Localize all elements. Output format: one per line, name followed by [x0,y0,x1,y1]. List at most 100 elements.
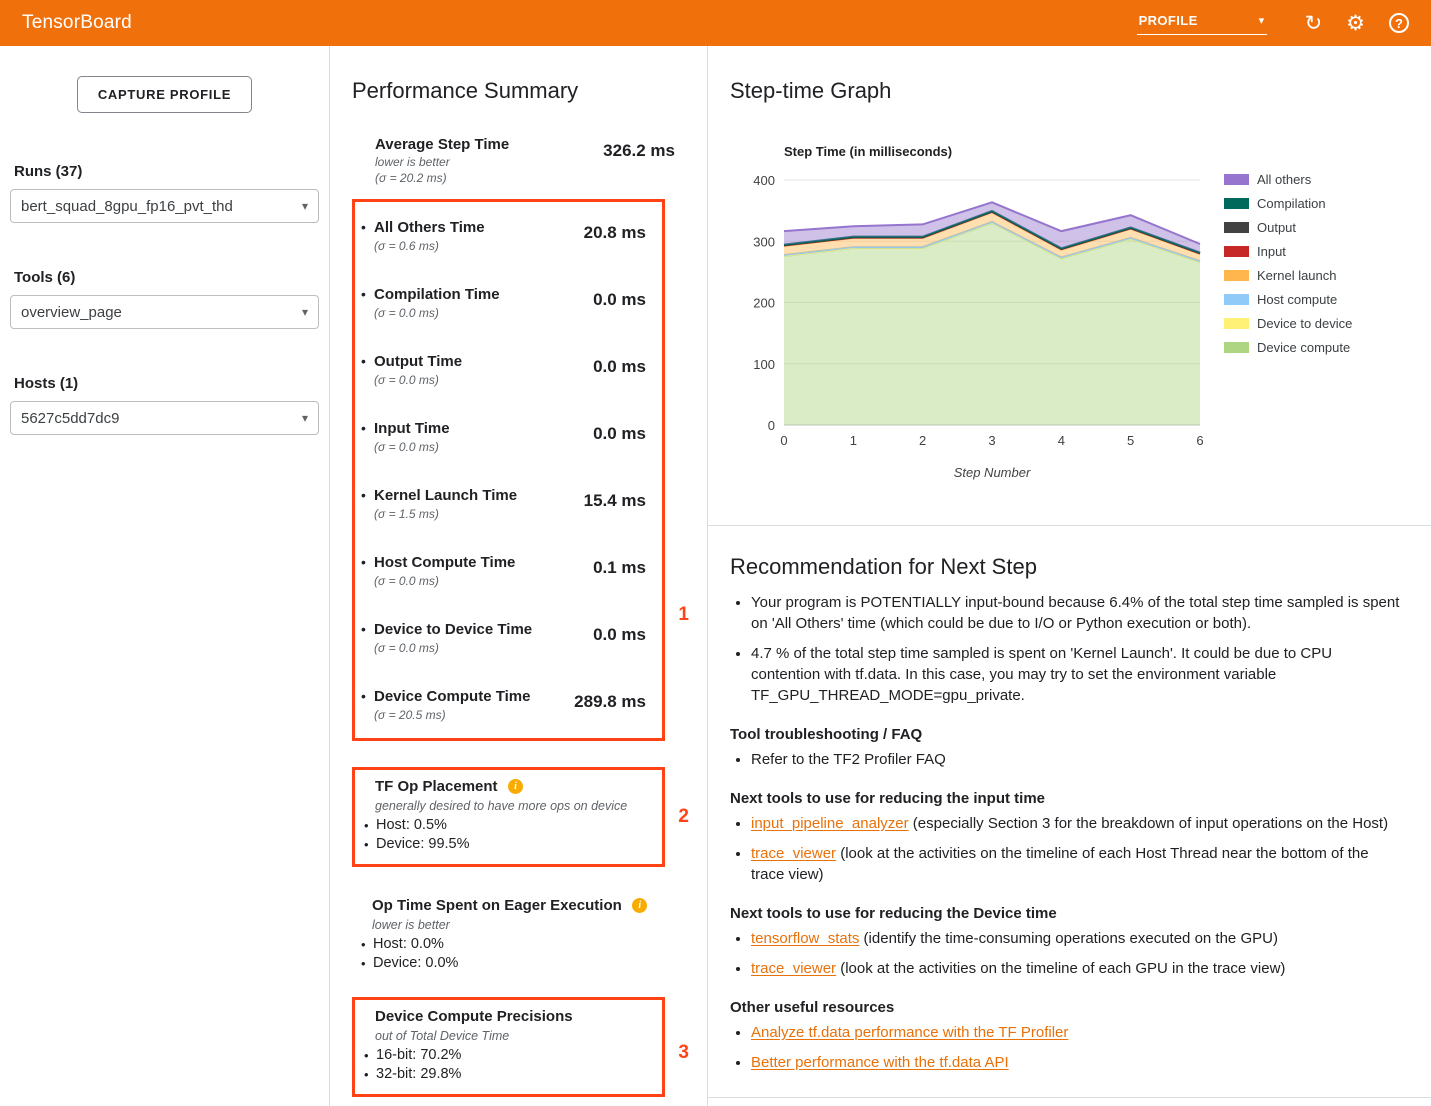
metric-row: •Kernel Launch Time(σ = 1.5 ms)15.4 ms [355,470,662,537]
recommendation-list: Refer to the TF2 Profiler FAQ [730,749,1405,770]
legend-swatch [1224,246,1249,257]
recommendation-item: input_pipeline_analyzer (especially Sect… [751,813,1405,834]
precisions-title-row: Device Compute Precisions [375,1008,650,1026]
recommendation-text: Refer to the TF2 Profiler FAQ [751,751,946,768]
link-trace-viewer[interactable]: trace_viewer [751,845,836,862]
svg-text:400: 400 [753,173,775,188]
hosts-select[interactable]: 5627c5dd7dc9 ▾ [10,401,319,435]
help-icon[interactable]: ? [1389,13,1409,33]
tools-label: Tools (6) [14,269,329,286]
legend-swatch [1224,174,1249,185]
svg-text:0: 0 [768,418,775,433]
metric-sigma: (σ = 0.0 ms) [374,641,532,655]
reload-icon[interactable]: ↻ [1305,13,1323,34]
legend-item: Kernel launch [1224,268,1352,283]
metric-label: Device to Device Time [374,620,532,639]
info-icon[interactable]: i [632,898,647,913]
legend-item: Host compute [1224,292,1352,307]
metric-row: •Compilation Time(σ = 0.0 ms)0.0 ms [355,269,662,336]
tools-select[interactable]: overview_page ▾ [10,295,319,329]
recommendation-list: Your program is POTENTIALLY input-bound … [730,592,1405,706]
metric-sigma: (σ = 0.6 ms) [374,239,485,253]
svg-text:6: 6 [1196,433,1203,448]
info-icon[interactable]: i [508,779,523,794]
stat-list-item: Device: 99.5% [363,835,650,854]
recommendation-list: Analyze tf.data performance with the TF … [730,1022,1405,1073]
metric-label: Average Step Time [375,136,509,153]
metric-text: Device to Device Time (σ = 0.0 ms) [374,620,532,655]
runs-select[interactable]: bert_squad_8gpu_fp16_pvt_thd ▾ [10,189,319,223]
link-input-pipeline-analyzer[interactable]: input_pipeline_analyzer [751,815,909,832]
recommendation-text: Your program is POTENTIALLY input-bound … [751,594,1399,632]
legend-swatch [1224,222,1249,233]
recommendation-item: trace_viewer (look at the activities on … [751,843,1405,885]
metric-sigma: (σ = 0.0 ms) [374,373,462,387]
recommendation-item: tensorflow_stats (identify the time-cons… [751,928,1405,949]
precisions-note: out of Total Device Time [375,1029,650,1043]
bullet: • [361,285,374,320]
metric-label: All Others Time [374,218,485,237]
annotation-number-2: 2 [678,806,689,828]
tf-op-placement-note: generally desired to have more ops on de… [375,799,650,813]
bullet: • [361,419,374,454]
chevron-down-icon: ▾ [302,199,308,213]
legend-swatch [1224,318,1249,329]
tf-op-placement-title: TF Op Placement [375,778,498,795]
capture-profile-button[interactable]: CAPTURE PROFILE [77,76,252,113]
annotation-box-3: Device Compute Precisions out of Total D… [352,997,665,1097]
metric-row: •Device Compute Time(σ = 20.5 ms)289.8 m… [355,671,662,738]
svg-text:1: 1 [850,433,857,448]
metric-label: Compilation Time [374,285,500,304]
legend-item: Device compute [1224,340,1352,355]
metric-sigma: (σ = 0.0 ms) [374,574,515,588]
metric-sigma: (σ = 20.2 ms) [375,171,509,185]
legend-label: Input [1257,244,1286,259]
metric-text: Output Time (σ = 0.0 ms) [374,352,462,387]
metric-value: 326.2 ms [603,136,675,185]
app-title: TensorBoard [22,12,132,34]
link-tensorflow-stats[interactable]: tensorflow_stats [751,930,859,947]
link-analyze-tf-data-performance-with-the-tf-[interactable]: Analyze tf.data performance with the TF … [751,1024,1068,1041]
panel-divider [708,525,1431,526]
recommendation-item: Analyze tf.data performance with the TF … [751,1022,1405,1043]
recommendation-body: Your program is POTENTIALLY input-bound … [730,592,1405,1073]
legend-label: Kernel launch [1257,268,1337,283]
legend-item: Input [1224,244,1352,259]
metric-list: •All Others Time(σ = 0.6 ms)20.8 ms•Comp… [355,202,662,738]
metric-label: Device Compute Time [374,687,530,706]
metric-value: 0.0 ms [593,285,646,320]
chevron-down-icon: ▾ [302,305,308,319]
tools-field: Tools (6) overview_page ▾ [0,269,329,329]
gear-icon[interactable]: ⚙ [1346,13,1365,34]
chevron-down-icon: ▾ [302,411,308,425]
svg-text:4: 4 [1058,433,1065,448]
metric-value: 0.0 ms [593,352,646,387]
stat-list-item: 16-bit: 70.2% [363,1046,650,1065]
bullet: • [361,553,374,588]
metric-label: Kernel Launch Time [374,486,517,505]
annotation-box-2: TF Op Placement i generally desired to h… [352,767,665,867]
metric-row: •Device to Device Time(σ = 0.0 ms)0.0 ms [355,604,662,671]
dashboard-selector[interactable]: PROFILE ▾ [1137,11,1267,35]
tensorboard-window: TensorBoard PROFILE ▾ ↻ ⚙ ? CAPTURE PROF… [0,0,1431,1106]
legend-swatch [1224,198,1249,209]
legend-label: Device to device [1257,316,1352,331]
performance-summary-title: Performance Summary [352,78,707,104]
metric-row: •All Others Time(σ = 0.6 ms)20.8 ms [355,202,662,269]
link-better-performance-with-the-tf-data-api[interactable]: Better performance with the tf.data API [751,1054,1009,1071]
metric-text: All Others Time (σ = 0.6 ms) [374,218,485,253]
metric-sigma: (σ = 0.0 ms) [374,440,450,454]
stat-list-item: 32-bit: 29.8% [363,1065,650,1084]
topbar: TensorBoard PROFILE ▾ ↻ ⚙ ? [0,0,1431,46]
main-content: CAPTURE PROFILE Runs (37) bert_squad_8gp… [0,46,1431,1106]
metric-value: 20.8 ms [584,218,646,253]
bullet: • [361,352,374,387]
legend-label: Compilation [1257,196,1326,211]
recommendation-title: Recommendation for Next Step [730,554,1405,580]
sidebar: CAPTURE PROFILE Runs (37) bert_squad_8gp… [0,46,330,1106]
runs-field: Runs (37) bert_squad_8gpu_fp16_pvt_thd ▾ [0,163,329,223]
recommendation-text: (look at the activities on the timeline … [836,960,1285,977]
link-trace-viewer[interactable]: trace_viewer [751,960,836,977]
metric-label: Output Time [374,352,462,371]
recommendation-item: Your program is POTENTIALLY input-bound … [751,592,1405,634]
